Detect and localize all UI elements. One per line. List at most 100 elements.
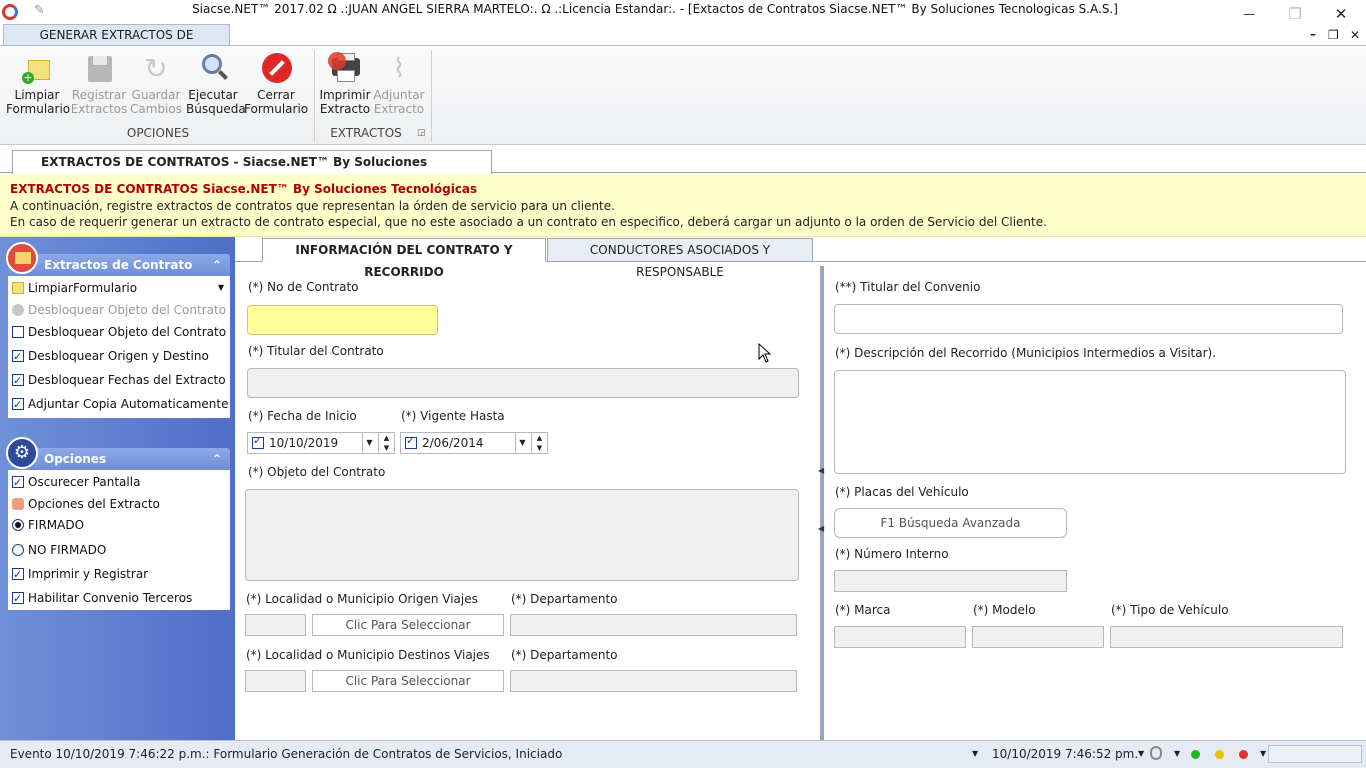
objeto-contrato-textarea[interactable] (245, 489, 799, 581)
busqueda-avanzada-button[interactable]: F1 Búsqueda Avanzada (834, 508, 1067, 538)
label-vigente-hasta: (*) Vigente Hasta (401, 409, 505, 423)
minimize-button[interactable]: — (1226, 0, 1272, 28)
nav-header-extractos[interactable]: Extractos de Contrato ⌃ (8, 254, 230, 276)
checkbox[interactable] (12, 371, 24, 391)
tipo-vehiculo-input[interactable] (1110, 626, 1343, 648)
checkbox-habilitar-convenio[interactable]: Habilitar Convenio Terceros (8, 588, 230, 609)
splitter-arrow-icon[interactable]: ◀ (818, 524, 824, 533)
radio-button[interactable] (12, 519, 24, 531)
limpiar-label-1: Limpiar (14, 88, 60, 102)
dropdown-arrow-icon[interactable]: ▼ (218, 278, 224, 298)
cerrar-formulario-button[interactable]: Cerrar Formulario (244, 52, 308, 116)
destino-codigo-input[interactable] (245, 670, 306, 692)
splitter-arrow-icon[interactable]: ◀ (818, 466, 824, 475)
chevron-down-icon[interactable]: ▼ (362, 433, 376, 453)
collapse-icon[interactable]: ⌃ (212, 254, 222, 276)
radio-button[interactable] (12, 544, 24, 556)
checkbox-oscurecer[interactable]: Oscurecer Pantalla (8, 472, 230, 493)
checkbox[interactable] (12, 326, 24, 338)
ribbon-tab-generar[interactable]: GENERAR EXTRACTOS DE CONTRATOS (3, 24, 230, 62)
checkbox[interactable] (405, 434, 417, 449)
fecha-inicio-value[interactable]: 10/10/2019 (269, 436, 338, 450)
group-label-opciones: OPCIONES (126, 126, 190, 140)
checkbox-adjuntar-copia[interactable]: Adjuntar Copia Automaticamente (8, 394, 230, 415)
maximize-button[interactable]: ❐ (1272, 0, 1318, 28)
nav-header-label: Opciones (44, 452, 107, 466)
paperclip-icon: ⌇ (392, 54, 406, 84)
guardar-cambios-button[interactable]: ↻ Guardar Cambios (128, 52, 184, 116)
descripcion-recorrido-textarea[interactable] (834, 370, 1346, 474)
label-placas: (*) Placas del Vehículo (835, 485, 969, 499)
close-button[interactable]: ✕ (1318, 0, 1364, 28)
departamento-origen-input[interactable] (510, 614, 797, 636)
origen-codigo-input[interactable] (245, 614, 306, 636)
origen-seleccionar-button[interactable]: Clic Para Seleccionar (312, 614, 504, 636)
spin-up-icon[interactable]: ▲ (531, 433, 547, 443)
checkbox[interactable] (252, 434, 264, 449)
tab-informacion-contrato[interactable]: INFORMACIÓN DEL CONTRATO Y RECORRIDO (262, 238, 546, 279)
spin-down-icon[interactable]: ▼ (531, 443, 547, 453)
departamento-destino-input[interactable] (510, 670, 797, 692)
checkbox[interactable] (12, 473, 24, 493)
limpiar-formulario-button[interactable]: + Limpiar Formulario (6, 52, 70, 116)
label-departamento-destino: (*) Departamento (511, 648, 618, 662)
collapse-icon[interactable]: ⌃ (212, 448, 222, 470)
chevron-down-icon[interactable]: ▼ (972, 749, 978, 758)
spin-down-icon[interactable]: ▼ (378, 443, 394, 453)
label-objeto-contrato: (*) Objeto del Contrato (248, 465, 386, 479)
info-heading: EXTRACTOS DE CONTRATOS Siacse.NET™ By So… (10, 182, 478, 196)
label-numero-interno: (*) Número Interno (835, 547, 949, 561)
checkbox[interactable] (12, 565, 24, 585)
imprimir-extracto-button[interactable]: Imprimir Extracto (318, 52, 372, 116)
spin-up-icon[interactable]: ▲ (378, 433, 394, 443)
checkbox-imprimir-registrar[interactable]: Imprimir y Registrar (8, 564, 230, 585)
radio-no-firmado[interactable]: NO FIRMADO (8, 540, 230, 560)
status-progress-field (1268, 745, 1362, 763)
info-line-2: En caso de requerir generar un extracto … (10, 215, 1047, 229)
chevron-down-icon[interactable]: ▼ (1138, 749, 1144, 758)
nav-item-label: Oscurecer Pantalla (28, 475, 141, 489)
nav-header-opciones[interactable]: Opciones ⌃ (8, 448, 230, 470)
nav-item-label: Imprimir y Registrar (28, 567, 149, 581)
magnifier-icon (196, 52, 230, 86)
mdi-close-button[interactable]: ✕ (1350, 28, 1360, 42)
nav-item-opciones-extracto[interactable]: Opciones del Extracto (8, 494, 230, 514)
destino-seleccionar-button[interactable]: Clic Para Seleccionar (312, 670, 504, 692)
titular-convenio-input[interactable] (834, 304, 1343, 334)
document-tab[interactable]: EXTRACTOS DE CONTRATOS - Siacse.NET™ By … (12, 150, 492, 191)
note-add-icon (12, 282, 24, 294)
chevron-down-icon[interactable]: ▼ (515, 433, 529, 453)
splitter[interactable] (820, 266, 824, 740)
nav-item-limpiar[interactable]: LimpiarFormulario ▼ (8, 278, 230, 298)
status-red-icon (1239, 750, 1248, 759)
marca-input[interactable] (834, 626, 966, 648)
mdi-minimize-button[interactable]: – (1310, 27, 1316, 41)
numero-interno-input[interactable] (834, 570, 1067, 592)
vigente-hasta-value[interactable]: 2/06/2014 (422, 436, 484, 450)
checkbox[interactable] (12, 589, 24, 609)
adjuntar-extracto-button[interactable]: ⌇ Adjuntar Extracto (372, 52, 426, 116)
label-destinos: (*) Localidad o Municipio Destinos Viaje… (246, 648, 490, 662)
modelo-input[interactable] (972, 626, 1104, 648)
registrar-extractos-button[interactable]: Registrar Extractos (70, 52, 128, 116)
titular-contrato-input[interactable] (247, 368, 799, 398)
no-contrato-input[interactable] (247, 305, 438, 335)
vigente-hasta-picker[interactable]: 2/06/2014 ▼ ▲ ▼ (400, 432, 548, 454)
fingerprint-icon[interactable] (1150, 746, 1162, 760)
nav-panel-extractos: LimpiarFormulario ▼ Desbloquear Objeto d… (8, 276, 230, 418)
mdi-restore-button[interactable]: ❐ (1328, 28, 1339, 42)
radio-firmado[interactable]: FIRMADO (8, 515, 230, 535)
save-icon (82, 52, 116, 86)
checkbox[interactable] (12, 395, 24, 415)
dialog-launcher-icon[interactable]: ◲ (417, 128, 426, 138)
chevron-down-icon[interactable]: ▼ (1260, 749, 1266, 758)
ejecutar-busqueda-button[interactable]: Ejecutar Búsqueda (186, 52, 246, 116)
checkbox-desbloquear-fechas[interactable]: Desbloquear Fechas del Extracto (8, 370, 230, 391)
checkbox-desbloquear-objeto[interactable]: Desbloquear Objeto del Contrato (8, 322, 230, 342)
checkbox-desbloquear-origen[interactable]: Desbloquear Origen y Destino (8, 346, 230, 367)
chevron-down-icon[interactable]: ▼ (1174, 749, 1180, 758)
fecha-inicio-picker[interactable]: 10/10/2019 ▼ ▲ ▼ (247, 432, 395, 454)
tab-conductores[interactable]: CONDUCTORES ASOCIADOS Y RESPONSABLE (547, 238, 813, 279)
checkbox[interactable] (12, 347, 24, 367)
lock-icon (12, 304, 24, 316)
